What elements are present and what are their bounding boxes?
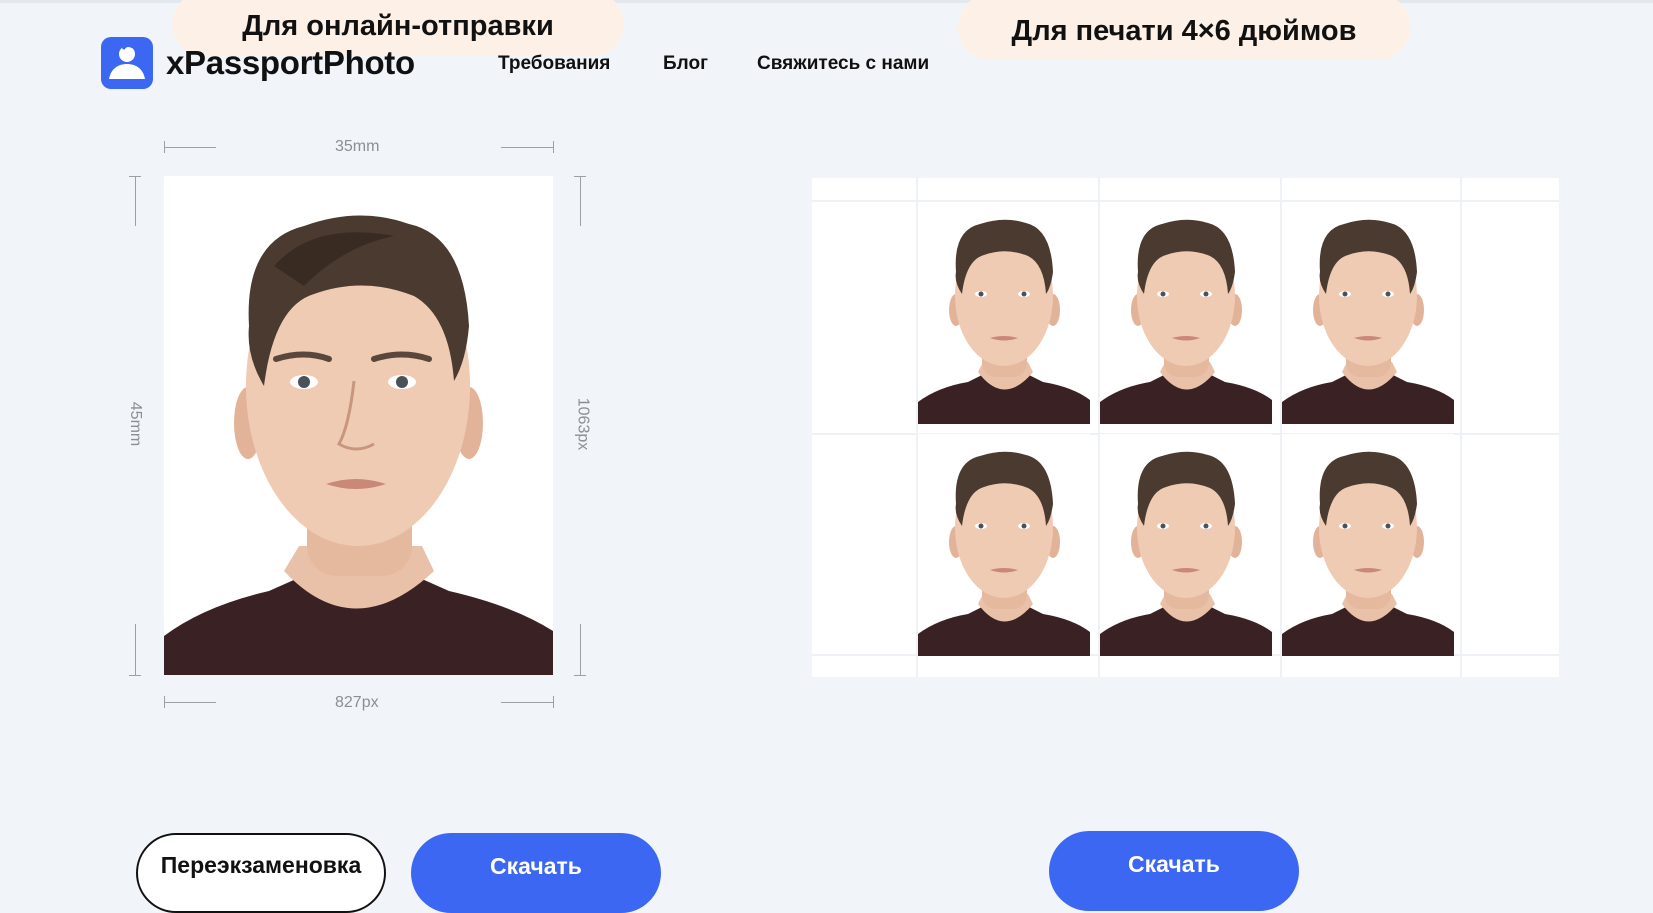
portrait-image [164,176,553,675]
nav-link[interactable]: Требования [498,53,610,75]
dimension-line [553,696,554,708]
retake-button[interactable]: Переэкзаменовка [136,833,386,913]
dimension-line [135,176,136,226]
dimension-line [164,147,216,148]
dimension-line [580,624,581,675]
dimension-line [129,675,141,676]
nav-item-requirements[interactable]: Требования [498,53,610,75]
dimension-line [164,696,165,708]
dimension-line [553,141,554,153]
passport-photo-preview [164,176,553,675]
dimension-line [580,176,581,226]
print-photo-thumbnail [918,434,1090,656]
print-photo-thumbnail [1100,202,1272,424]
user-avatar-icon [101,37,153,89]
nav-link[interactable]: Блог [663,53,708,75]
width-px-label: 827px [335,694,379,711]
dimension-line [574,675,586,676]
width-mm-label: 35mm [335,138,380,155]
dimension-line [501,147,553,148]
dimension-line [135,624,136,675]
print-sheet-preview [812,178,1559,677]
print-format-tag: Для печати 4×6 дюймов [958,0,1410,60]
brand-name: xPassportPhoto [166,44,415,81]
cut-guide [1460,178,1462,677]
download-sheet-button[interactable]: Скачать [1049,831,1299,911]
brand-logo[interactable]: xPassportPhoto [101,37,415,89]
nav-item-contact[interactable]: Свяжитесь с нами [757,53,929,75]
height-mm-label: 45mm [127,401,145,447]
dimension-line [574,176,586,177]
print-photo-thumbnail [1282,434,1454,656]
dimension-line [129,176,141,177]
dimension-line [501,702,553,703]
height-px-label: 1063px [574,397,592,451]
print-photo-thumbnail [1282,202,1454,424]
print-photo-thumbnail [1100,434,1272,656]
dimension-line [164,702,216,703]
nav-link[interactable]: Свяжитесь с нами [757,53,929,75]
dimension-line [164,141,165,153]
download-single-button[interactable]: Скачать [411,833,661,913]
print-photo-thumbnail [918,202,1090,424]
nav-item-blog[interactable]: Блог [663,53,708,75]
